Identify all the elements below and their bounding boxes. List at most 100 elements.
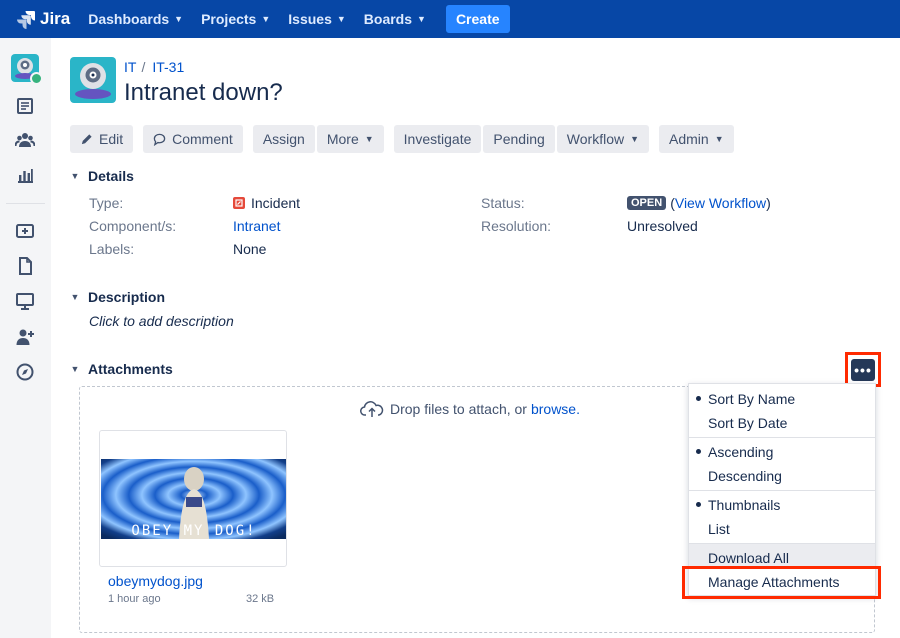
breadcrumb-separator: / [141, 59, 146, 75]
workflow-button[interactable]: Workflow ▼ [556, 125, 650, 153]
backlog-icon[interactable] [15, 96, 35, 116]
highlight-box-options [845, 352, 881, 387]
drop-files-text: Drop files to attach, or browse. [360, 400, 580, 418]
project-sidebar [0, 38, 51, 638]
drop-text-label: Drop files to attach, or [390, 401, 527, 417]
chevron-down-icon: ▼ [70, 364, 80, 374]
chevron-down-icon: ▼ [70, 292, 80, 302]
top-nav: Jira Dashboards ▼ Projects ▼ Issues ▼ Board… [0, 0, 900, 38]
details-heading: Details [88, 168, 134, 184]
status-value: OPEN (View Workflow) [627, 195, 771, 211]
chevron-down-icon: ▼ [630, 134, 640, 144]
attachment-image: OBEY MY DOG! [101, 459, 286, 539]
admin-label: Admin [669, 131, 709, 147]
chevron-down-icon: ▼ [174, 14, 184, 24]
description-heading: Description [88, 289, 166, 305]
more-label: More [326, 131, 359, 147]
pending-button[interactable]: Pending [483, 125, 555, 153]
menu-thumbnails[interactable]: Thumbnails [708, 497, 780, 513]
image-caption: OBEY MY DOG! [131, 523, 256, 539]
workflow-label: Workflow [566, 131, 625, 147]
attachment-filename-link[interactable]: obeymydog.jpg [108, 573, 203, 589]
add-item-icon[interactable] [15, 221, 35, 241]
selected-bullet [696, 502, 701, 507]
menu-divider [689, 490, 875, 491]
nav-label: Boards [363, 11, 413, 27]
comment-button[interactable]: Comment [143, 125, 243, 153]
description-placeholder[interactable]: Click to add description [89, 313, 234, 329]
menu-download-all[interactable]: Download All [708, 550, 789, 566]
menu-sort-by-name[interactable]: Sort By Name [708, 391, 795, 407]
edit-label: Edit [99, 131, 124, 147]
monitor-icon[interactable] [15, 291, 35, 311]
nav-label: Dashboards [88, 11, 170, 27]
robot-icon [75, 63, 111, 99]
team-icon[interactable] [15, 130, 35, 150]
menu-sort-by-date[interactable]: Sort By Date [708, 415, 787, 431]
highlight-box-manage [682, 566, 881, 599]
edit-button[interactable]: Edit [70, 125, 134, 153]
comment-label: Comment [172, 131, 233, 147]
type-text: Incident [251, 195, 301, 211]
resolution-value: Unresolved [627, 218, 698, 234]
selected-bullet [696, 396, 701, 401]
more-button[interactable]: More ▼ [316, 125, 384, 153]
issue-toolbar: Edit Comment Assign More ▼ Investigate Pe… [70, 125, 734, 153]
browse-link[interactable]: browse. [531, 401, 580, 417]
nav-projects[interactable]: Projects ▼ [201, 11, 270, 27]
menu-ascending[interactable]: Ascending [708, 444, 773, 460]
reports-icon[interactable] [15, 165, 35, 185]
chevron-down-icon: ▼ [417, 14, 426, 24]
view-workflow-link[interactable]: View Workflow [675, 195, 766, 211]
attachments-toggle[interactable]: ▼ Attachments [70, 361, 173, 377]
nav-label: Projects [201, 11, 257, 27]
type-value: Incident [233, 195, 300, 211]
chevron-down-icon: ▼ [714, 134, 724, 144]
resolution-label: Resolution: [481, 218, 552, 234]
component-link[interactable]: Intranet [233, 218, 280, 234]
breadcrumb-issue-link[interactable]: IT-31 [152, 59, 184, 75]
chevron-down-icon: ▼ [364, 134, 374, 144]
attachment-size: 32 kB [246, 593, 275, 605]
menu-list[interactable]: List [708, 521, 730, 537]
sidebar-divider [6, 203, 45, 204]
page-title[interactable]: Intranet down? [124, 79, 283, 107]
menu-descending[interactable]: Descending [708, 468, 782, 484]
create-button[interactable]: Create [445, 5, 510, 33]
nav-label: Issues [288, 11, 332, 27]
labels-value[interactable]: None [233, 241, 266, 257]
incident-icon [233, 197, 245, 209]
chevron-down-icon: ▼ [336, 14, 346, 24]
cloud-upload-icon [360, 401, 384, 417]
component-label: Component/s: [89, 218, 177, 234]
breadcrumb: IT / IT-31 [124, 59, 184, 75]
jira-logo[interactable]: Jira [16, 9, 70, 29]
selected-bullet [696, 449, 701, 454]
project-avatar-large [70, 57, 116, 103]
attachments-heading: Attachments [88, 361, 173, 377]
admin-button[interactable]: Admin ▼ [659, 125, 734, 153]
nav-dashboards[interactable]: Dashboards ▼ [88, 11, 183, 27]
attachment-age: 1 hour ago [108, 593, 161, 605]
add-people-icon[interactable] [15, 327, 35, 347]
pages-icon[interactable] [15, 256, 35, 276]
service-desk-badge [30, 72, 43, 85]
nav-boards[interactable]: Boards ▼ [364, 11, 426, 27]
status-label: Status: [481, 195, 525, 211]
breadcrumb-project-link[interactable]: IT [124, 59, 136, 75]
nav-issues[interactable]: Issues ▼ [288, 11, 346, 27]
logo-text: Jira [40, 9, 71, 28]
attachment-options-menu: Sort By Name Sort By Date Ascending Desc… [688, 383, 876, 596]
pencil-icon [81, 133, 92, 144]
details-toggle[interactable]: ▼ Details [70, 168, 134, 184]
type-label: Type: [89, 195, 124, 211]
attachment-thumbnail[interactable]: OBEY MY DOG! [99, 430, 287, 567]
paren-close: ) [766, 195, 771, 211]
description-toggle[interactable]: ▼ Description [70, 289, 165, 305]
comment-icon [153, 133, 166, 146]
jira-logo-icon [17, 11, 35, 29]
chevron-down-icon: ▼ [261, 14, 271, 24]
assign-button[interactable]: Assign [252, 125, 315, 153]
investigate-button[interactable]: Investigate [393, 125, 482, 153]
compass-icon[interactable] [15, 362, 35, 382]
